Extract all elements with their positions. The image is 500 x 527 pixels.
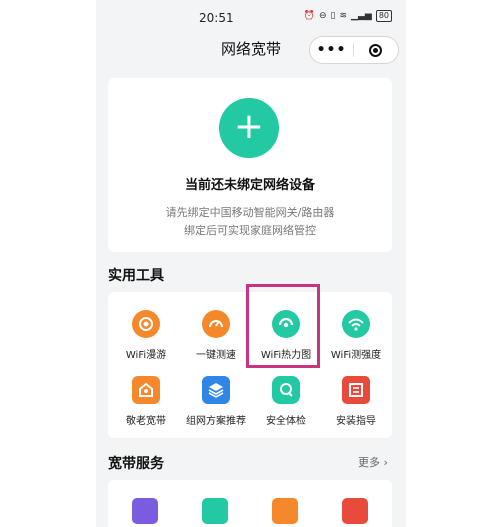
chevron-right-icon: › <box>383 456 388 469</box>
repair-icon[interactable] <box>342 498 368 524</box>
tools-section-title: 实用工具 <box>108 268 164 284</box>
layers-icon <box>202 376 230 404</box>
tool-label: 组网方案推荐 <box>186 416 246 427</box>
signal-icon: ▁▃▅ <box>351 11 372 21</box>
more-label: 更多 <box>358 456 380 469</box>
tool-security-check[interactable]: 安全体检 <box>250 376 322 427</box>
status-bar: 20:51 ⏰ ⊖ ▯ ≋ ▁▃▅ 80 <box>96 0 406 38</box>
phone-screen: 20:51 ⏰ ⊖ ▯ ≋ ▁▃▅ 80 网络宽带 ••• + 当前还未绑定网络… <box>96 0 406 527</box>
tool-elder-broadband[interactable]: 敬老宽带 <box>110 376 182 427</box>
vibrate-icon: ▯ <box>330 11 336 21</box>
target-icon <box>369 43 382 57</box>
wifi-roam-icon <box>132 310 160 338</box>
shield-check-icon <box>272 376 300 404</box>
router-icon[interactable] <box>132 498 158 524</box>
tool-install-guide[interactable]: 安装指导 <box>320 376 392 427</box>
tool-label: 敬老宽带 <box>126 416 166 427</box>
bind-device-card: + 当前还未绑定网络设备 请先绑定中国移动智能网关/路由器 绑定后可实现家庭网络… <box>108 78 392 252</box>
plus-icon: + <box>233 105 265 147</box>
tool-label: 安全体检 <box>266 416 306 427</box>
tool-speed-test[interactable]: 一键测速 <box>180 310 252 361</box>
more-button[interactable]: ••• <box>310 42 353 58</box>
more-services-link[interactable]: 更多 › <box>358 454 388 470</box>
bind-desc-line2: 绑定后可实现家庭网络管控 <box>184 224 316 237</box>
home-elder-icon <box>132 376 160 404</box>
tv-box-icon[interactable] <box>272 498 298 524</box>
book-icon <box>342 376 370 404</box>
speedometer-icon <box>202 310 230 338</box>
wifi-status-icon: ≋ <box>339 11 348 21</box>
bind-desc-line1: 请先绑定中国移动智能网关/路由器 <box>165 206 335 219</box>
tool-label: 一键测速 <box>196 350 236 361</box>
highlight-box <box>246 284 320 368</box>
tool-network-plan[interactable]: 组网方案推荐 <box>180 376 252 427</box>
status-time: 20:51 <box>199 11 234 25</box>
tool-label: 安装指导 <box>336 416 376 427</box>
wifi-strength-icon <box>342 310 370 338</box>
services-section-title: 宽带服务 <box>108 456 164 472</box>
home-wifi-icon[interactable] <box>202 498 228 524</box>
tool-wifi-strength[interactable]: WiFi测强度 <box>320 310 392 361</box>
dnd-icon: ⊖ <box>319 11 327 21</box>
alarm-icon: ⏰ <box>303 11 315 21</box>
battery-icon: 80 <box>375 10 392 22</box>
status-icons: ⏰ ⊖ ▯ ≋ ▁▃▅ 80 <box>304 10 392 22</box>
close-miniprogram-button[interactable] <box>354 43 397 57</box>
add-device-button[interactable]: + <box>219 98 279 158</box>
bind-title: 当前还未绑定网络设备 <box>184 178 315 193</box>
tool-wifi-roam[interactable]: WiFi漫游 <box>110 310 182 361</box>
services-card <box>108 480 392 527</box>
miniprogram-capsule: ••• <box>309 36 399 64</box>
tool-label: WiFi漫游 <box>125 350 167 361</box>
tool-label: WiFi测强度 <box>330 350 382 361</box>
